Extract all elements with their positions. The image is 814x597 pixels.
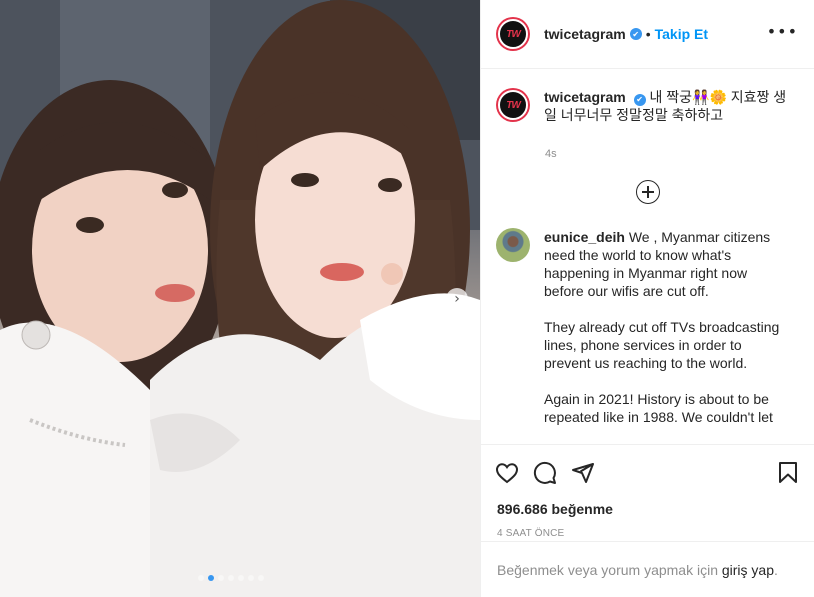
- comment-paragraph: They already cut off TVs broadcasting li…: [544, 319, 780, 371]
- login-link[interactable]: giriş yap: [722, 562, 774, 578]
- carousel-dot: [218, 575, 224, 581]
- comment-paragraph: eunice_deih We , Myanmar citizens need t…: [544, 228, 784, 300]
- comments-section[interactable]: TW twicetagram ✔ 내 짝궁👭🌼 지효짱 생일 너무너무 정말정말…: [481, 70, 814, 444]
- like-count[interactable]: 896.686 beğenme: [481, 501, 814, 517]
- comment-icon[interactable]: [533, 461, 557, 485]
- bookmark-icon[interactable]: [776, 461, 800, 485]
- verified-badge-icon: ✔: [633, 94, 646, 106]
- login-prompt-text: Beğenmek veya yorum yapmak için: [497, 562, 722, 578]
- caption-author-avatar[interactable]: TW: [496, 88, 530, 122]
- avatar-logo: TW: [498, 90, 528, 120]
- avatar-logo: TW: [498, 19, 528, 49]
- avatar-logo-text: TW: [506, 99, 521, 111]
- caption-text-block: twicetagram ✔ 내 짝궁👭🌼 지효짱 생일 너무너무 정말정말 축하…: [544, 88, 799, 124]
- comment-body: eunice_deih We , Myanmar citizens need t…: [544, 228, 784, 444]
- post-header: TW twicetagram ✔ • Takip Et •••: [481, 0, 814, 69]
- commenter-avatar[interactable]: [496, 228, 530, 262]
- follow-button[interactable]: Takip Et: [655, 26, 708, 42]
- commenter-username[interactable]: eunice_deih: [544, 229, 625, 245]
- caption-age: 4s: [545, 148, 557, 160]
- post-actions: 896.686 beğenme 4 SAAT ÖNCE Beğenmek vey…: [481, 444, 814, 597]
- avatar-logo-text: TW: [506, 28, 521, 40]
- more-options-icon[interactable]: •••: [767, 22, 798, 41]
- comment-item: eunice_deih We , Myanmar citizens need t…: [481, 204, 814, 444]
- carousel-dot: [208, 575, 214, 581]
- comment-paragraph: Again in 2021! History is about to be re…: [544, 391, 773, 425]
- caption: TW twicetagram ✔ 내 짝궁👭🌼 지효짱 생일 너무너무 정말정말…: [481, 70, 814, 124]
- carousel-indicator: [198, 575, 264, 581]
- header-separator: •: [645, 26, 651, 42]
- verified-badge-icon: ✔: [629, 28, 642, 40]
- author-username[interactable]: twicetagram: [544, 26, 626, 42]
- action-bar: [481, 445, 814, 501]
- carousel-dot: [258, 575, 264, 581]
- carousel-dot: [198, 575, 204, 581]
- login-prompt-suffix: .: [774, 562, 778, 578]
- share-icon[interactable]: [571, 461, 595, 485]
- carousel-dot: [228, 575, 234, 581]
- carousel-dot: [248, 575, 254, 581]
- photo-illustration: [0, 0, 480, 597]
- post-photo[interactable]: ›: [0, 0, 480, 597]
- post-timestamp[interactable]: 4 SAAT ÖNCE: [481, 528, 814, 539]
- author-avatar[interactable]: TW: [496, 17, 530, 51]
- caption-username[interactable]: twicetagram: [544, 89, 626, 105]
- chevron-right-icon: ›: [454, 291, 460, 307]
- next-slide-button[interactable]: ›: [446, 288, 468, 310]
- post-sidebar: TW twicetagram ✔ • Takip Et ••• TW twice…: [480, 0, 814, 597]
- carousel-dot: [238, 575, 244, 581]
- heart-icon[interactable]: [495, 461, 519, 485]
- login-prompt: Beğenmek veya yorum yapmak için giriş ya…: [481, 541, 814, 597]
- plus-circle-icon[interactable]: [636, 180, 660, 204]
